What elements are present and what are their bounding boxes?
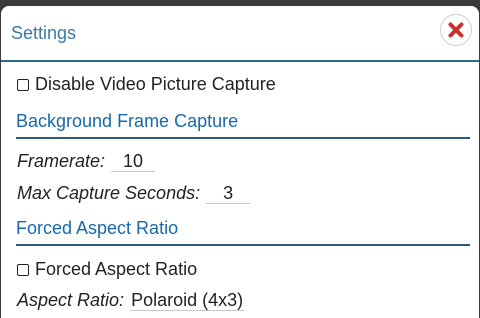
background-frame-capture-header: Background Frame Capture — [16, 111, 470, 139]
disable-video-label: Disable Video Picture Capture — [35, 74, 276, 94]
max-capture-seconds-row: Max Capture Seconds: 3 — [17, 183, 251, 204]
max-capture-seconds-input[interactable]: 3 — [206, 183, 251, 204]
disable-video-checkbox-box[interactable] — [17, 79, 29, 91]
aspect-ratio-row: Aspect Ratio: Polaroid (4x3) — [17, 290, 245, 311]
framerate-row: Framerate: 10 — [17, 151, 156, 172]
settings-dialog: Settings Disable Video Picture Capture B… — [1, 6, 479, 318]
framerate-input[interactable]: 10 — [111, 151, 156, 172]
forced-aspect-ratio-header: Forced Aspect Ratio — [16, 218, 470, 246]
framerate-label: Framerate: — [17, 151, 106, 171]
aspect-ratio-label: Aspect Ratio: — [17, 290, 125, 310]
forced-aspect-ratio-checkbox-box[interactable] — [17, 264, 29, 276]
max-capture-seconds-label: Max Capture Seconds: — [17, 183, 201, 203]
forced-aspect-ratio-checkbox[interactable]: Forced Aspect Ratio — [17, 259, 197, 280]
forced-aspect-ratio-label: Forced Aspect Ratio — [35, 259, 198, 279]
dialog-titlebar: Settings — [1, 6, 479, 62]
close-button[interactable] — [440, 14, 472, 46]
disable-video-checkbox[interactable]: Disable Video Picture Capture — [17, 74, 276, 95]
close-x-icon — [448, 22, 464, 38]
dialog-title: Settings — [11, 23, 77, 43]
aspect-ratio-select[interactable]: Polaroid (4x3) — [130, 290, 245, 311]
